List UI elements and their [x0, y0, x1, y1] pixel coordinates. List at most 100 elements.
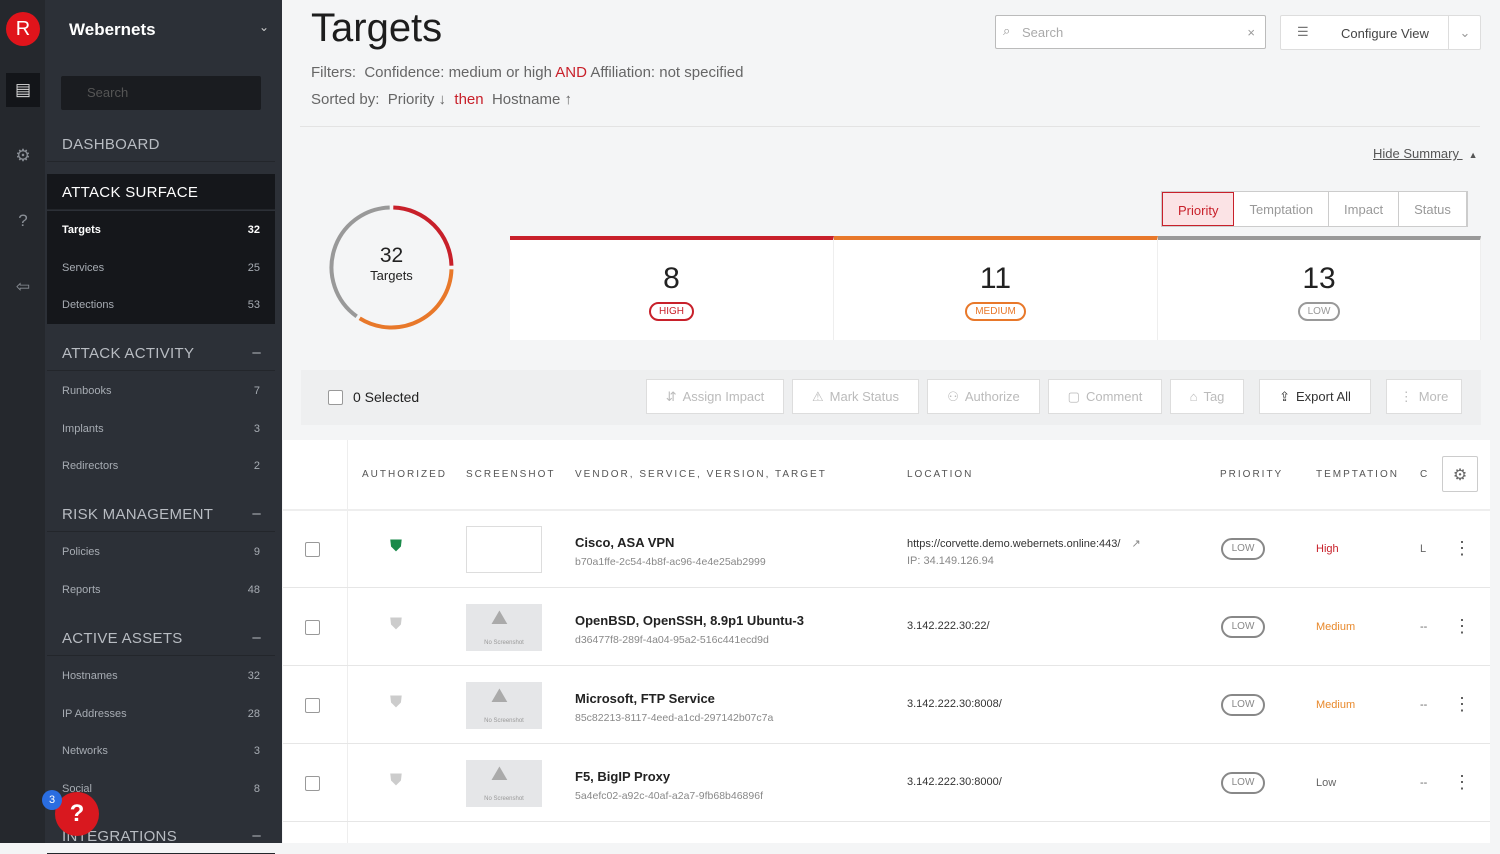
- summary-card-high[interactable]: 8 HIGH: [510, 236, 834, 340]
- sidebar-section-active-assets[interactable]: ACTIVE ASSETS –: [47, 620, 275, 656]
- screenshot-placeholder[interactable]: ⛰ No Screenshot: [466, 604, 542, 651]
- help-circle-icon[interactable]: ?: [6, 204, 40, 238]
- table-row[interactable]: ⛊ Cisco, ASA VPN b70a1ffe-2c54-4b8f-ac96…: [283, 510, 1490, 588]
- summary-card-medium[interactable]: 11 MEDIUM: [834, 236, 1158, 340]
- authorize-button[interactable]: ⚇ Authorize: [927, 379, 1040, 414]
- shield-check-icon[interactable]: ⛊: [390, 616, 402, 634]
- shield-check-icon[interactable]: ⛊: [390, 694, 402, 712]
- column-header-priority[interactable]: PRIORITY: [1220, 469, 1283, 480]
- screenshot-thumbnail[interactable]: [466, 526, 542, 573]
- table-settings-gear-icon[interactable]: ⚙: [1442, 456, 1478, 492]
- row-menu-kebab-icon[interactable]: ⋮: [1453, 538, 1471, 559]
- sidebar-item-reports[interactable]: Reports 48: [47, 572, 275, 609]
- table-row[interactable]: ⛊ ⛰ No Screenshot F5, BigIP Proxy 5a4efc0…: [283, 744, 1490, 822]
- sidebar-item-implants[interactable]: Implants 3: [47, 411, 275, 448]
- vendor-service[interactable]: OpenBSD, OpenSSH, 8.9p1 Ubuntu-3: [575, 613, 804, 628]
- sidebar-item-hostnames[interactable]: Hostnames 32: [47, 658, 275, 695]
- configure-view-button[interactable]: ☰ Configure View ⌄: [1280, 15, 1481, 50]
- location[interactable]: 3.142.222.30:8000/: [907, 776, 1002, 788]
- summary-card-low[interactable]: 13 LOW: [1158, 236, 1481, 340]
- filters-label: Filters:: [311, 64, 356, 81]
- vendor-service[interactable]: F5, BigIP Proxy: [575, 769, 670, 784]
- user-icon: ⚇: [947, 388, 959, 404]
- column-header-screenshot[interactable]: SCREENSHOT: [466, 469, 555, 480]
- sort-line[interactable]: Sorted by: Priority ↓ then Hostname ↑: [311, 91, 572, 108]
- item-count: 32: [247, 670, 260, 682]
- sidebar-item-redirectors[interactable]: Redirectors 2: [47, 448, 275, 485]
- export-all-button[interactable]: ⇪ Export All: [1259, 379, 1371, 414]
- shield-check-icon[interactable]: ⛊: [390, 538, 402, 556]
- mark-status-button[interactable]: ⚠ Mark Status: [792, 379, 919, 414]
- sort: Hostname ↑: [491, 91, 572, 108]
- collapse-icon[interactable]: –: [252, 505, 261, 522]
- tab-impact[interactable]: Impact: [1329, 192, 1400, 226]
- sidebar-section-risk-management[interactable]: RISK MANAGEMENT –: [47, 496, 275, 532]
- tag-icon: ⌂: [1189, 389, 1198, 404]
- vendor-service[interactable]: Microsoft, FTP Service: [575, 691, 715, 706]
- column-header-location[interactable]: LOCATION: [907, 469, 973, 480]
- location-url[interactable]: 3.142.222.30:22/: [907, 620, 990, 632]
- column-header-authorized[interactable]: AUTHORIZED: [362, 469, 447, 480]
- location[interactable]: 3.142.222.30:22/: [907, 620, 990, 632]
- sidebar-section-attack-surface[interactable]: ATTACK SURFACE: [47, 174, 275, 210]
- screenshot-placeholder[interactable]: ⛰ No Screenshot: [466, 682, 542, 729]
- filters-line[interactable]: Filters: Confidence: medium or high AND …: [311, 64, 743, 81]
- hide-summary-link[interactable]: Hide Summary ▲: [1373, 146, 1478, 161]
- sidebar-item-runbooks[interactable]: Runbooks 7: [47, 373, 275, 410]
- table-row[interactable]: ⛊ ⛰ No Screenshot Microsoft, FTP Service …: [283, 666, 1490, 744]
- chevron-down-icon[interactable]: ⌄: [1448, 16, 1481, 49]
- table-row[interactable]: ⛊ ⛰ No Screenshot OpenBSD, OpenSSH, 8.9p1…: [283, 588, 1490, 666]
- location-url[interactable]: 3.142.222.30:8008/: [907, 698, 1002, 710]
- location-url[interactable]: https://corvette.demo.webernets.online:4…: [907, 538, 1120, 550]
- select-all-checkbox[interactable]: [328, 390, 343, 405]
- column-header-truncated[interactable]: C: [1420, 469, 1427, 480]
- app-logo[interactable]: R: [6, 12, 40, 46]
- layout-icon[interactable]: ▤: [6, 73, 40, 107]
- sidebar-section-attack-activity[interactable]: ATTACK ACTIVITY –: [47, 335, 275, 371]
- section-title: ATTACK ACTIVITY: [62, 345, 195, 362]
- row-menu-kebab-icon[interactable]: ⋮: [1453, 616, 1471, 637]
- org-name[interactable]: Webernets: [69, 20, 156, 40]
- screenshot-placeholder[interactable]: ⛰ No Screenshot: [466, 760, 542, 807]
- row-checkbox[interactable]: [305, 776, 320, 791]
- row-checkbox[interactable]: [305, 698, 320, 713]
- sidebar-search-input[interactable]: Search: [61, 76, 261, 110]
- sidebar-item-ip-addresses[interactable]: IP Addresses 28: [47, 696, 275, 733]
- comment-button[interactable]: ▢ Comment: [1048, 379, 1162, 414]
- sidebar-dashboard[interactable]: DASHBOARD: [47, 126, 275, 162]
- gear-icon[interactable]: ⚙: [6, 139, 40, 173]
- collapse-icon[interactable]: –: [252, 629, 261, 646]
- external-link-icon[interactable]: ↗: [1131, 538, 1140, 550]
- vendor-service[interactable]: Cisco, ASA VPN: [575, 535, 674, 550]
- collapse-icon[interactable]: –: [252, 827, 261, 844]
- column-header-temptation[interactable]: TEMPTATION: [1316, 469, 1399, 480]
- sidebar-item-services[interactable]: Services 25: [47, 250, 275, 287]
- sidebar-item-detections[interactable]: Detections 53: [47, 287, 275, 324]
- row-checkbox[interactable]: [305, 542, 320, 557]
- item-count: 7: [253, 385, 260, 397]
- tab-temptation[interactable]: Temptation: [1234, 192, 1330, 226]
- chevron-down-icon[interactable]: ⌄: [259, 20, 269, 34]
- column-header-vendor[interactable]: VENDOR, SERVICE, VERSION, TARGET: [575, 469, 827, 480]
- sidebar-item-targets[interactable]: Targets 32: [47, 212, 275, 249]
- clear-icon[interactable]: ×: [1247, 25, 1255, 40]
- row-menu-kebab-icon[interactable]: ⋮: [1453, 772, 1471, 793]
- assign-impact-button[interactable]: ⇵ Assign Impact: [646, 379, 784, 414]
- configure-view-label: Configure View: [1341, 26, 1429, 41]
- collapse-icon[interactable]: –: [252, 344, 261, 361]
- tag-button[interactable]: ⌂ Tag: [1170, 379, 1244, 414]
- search-input[interactable]: ⌕ Search ×: [995, 15, 1266, 49]
- tab-status[interactable]: Status: [1399, 192, 1467, 226]
- card-count: 8: [663, 262, 680, 295]
- shield-check-icon[interactable]: ⛊: [390, 772, 402, 790]
- location[interactable]: 3.142.222.30:8008/: [907, 698, 1002, 710]
- location[interactable]: https://corvette.demo.webernets.online:4…: [907, 537, 1141, 550]
- logout-icon[interactable]: ⇦: [6, 270, 40, 304]
- tab-priority[interactable]: Priority: [1162, 192, 1235, 226]
- sidebar-item-policies[interactable]: Policies 9: [47, 534, 275, 571]
- row-checkbox[interactable]: [305, 620, 320, 635]
- more-button[interactable]: ⋮ More: [1386, 379, 1462, 414]
- row-menu-kebab-icon[interactable]: ⋮: [1453, 694, 1471, 715]
- location-url[interactable]: 3.142.222.30:8000/: [907, 776, 1002, 788]
- sidebar-item-networks[interactable]: Networks 3: [47, 733, 275, 770]
